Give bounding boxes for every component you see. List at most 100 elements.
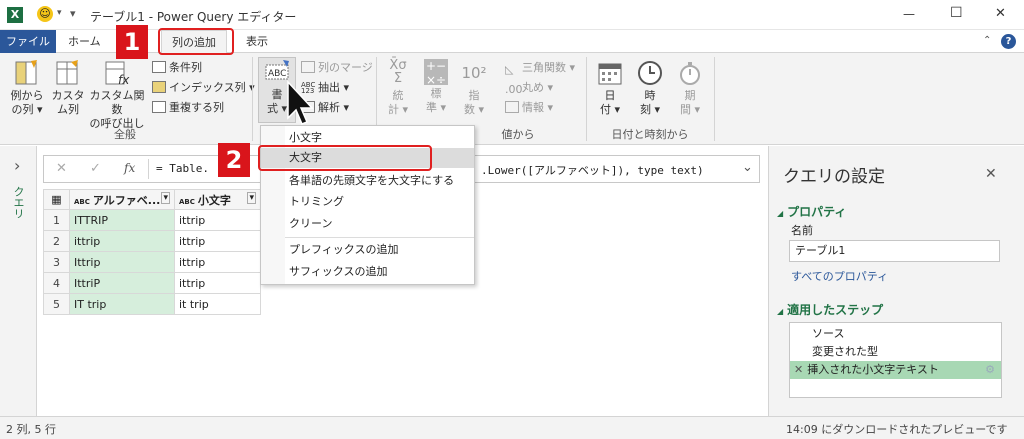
scientific-button[interactable]: 10² 指 数 ▾ <box>458 59 490 117</box>
custom-column-button[interactable]: カスタ ム列 <box>50 59 86 117</box>
row-number[interactable]: 1 <box>43 209 70 231</box>
format-label-2: 式 ▾ <box>266 102 288 115</box>
cell-lowercase[interactable]: ittrip <box>174 251 261 273</box>
duration-button[interactable]: 期 間 ▾ <box>674 59 706 117</box>
ribbon-tabs: ファイル ホーム 列の追加 表示 ⌃ ? <box>0 30 1024 54</box>
invoke-custom-function-button[interactable]: fx カスタム関数 の呼び出し <box>86 59 148 131</box>
step-item[interactable]: 変更された型 <box>790 343 1001 361</box>
standard-button[interactable]: +− ×÷ 標 準 ▾ <box>420 59 452 115</box>
menu-item-trim[interactable]: トリミング <box>261 192 474 212</box>
tab-file[interactable]: ファイル <box>0 30 56 53</box>
cell-lowercase[interactable]: it trip <box>174 293 261 315</box>
tab-home[interactable]: ホーム <box>58 30 111 53</box>
all-properties-link[interactable]: すべてのプロパティ <box>791 268 888 284</box>
step-settings-gear-icon[interactable]: ⚙ <box>985 361 995 379</box>
smiley-icon[interactable]: ☺ <box>37 6 53 22</box>
column-filter-icon[interactable]: ▾ <box>247 191 256 204</box>
information-button[interactable]: 情報 ▾ <box>505 99 553 117</box>
group-label-datetime: 日付と時刻から <box>611 128 689 141</box>
query-settings-title: クエリの設定 <box>783 167 885 187</box>
data-grid: ▦ ABC アルファベ... ▾ ABC 小文字 ▾ 1 ITTRIP ittrip 2 it… <box>43 189 261 315</box>
column-header-lowercase-label: 小文字 <box>197 193 231 207</box>
triangle-icon: ◺ <box>505 63 514 76</box>
table-row: 2 ittrip ittrip <box>43 230 261 252</box>
query-name-input[interactable]: テーブル1 <box>789 240 1000 262</box>
table-header-row: ▦ ABC アルファベ... ▾ ABC 小文字 ▾ <box>43 189 261 210</box>
cancel-formula-icon[interactable]: ✕ <box>56 161 67 176</box>
quick-access-customize-icon[interactable]: ▾ <box>70 7 76 20</box>
confirm-formula-icon[interactable]: ✓ <box>90 161 101 176</box>
standard-label-2: 準 ▾ <box>425 101 447 114</box>
duration-label-1: 期 <box>684 89 696 102</box>
queries-navigation[interactable]: › クエリ <box>0 146 37 416</box>
table-menu-icon[interactable]: ▦ <box>43 189 70 210</box>
row-number[interactable]: 5 <box>43 293 70 315</box>
merge-columns-button[interactable]: 列のマージ <box>301 59 373 77</box>
rounding-button[interactable]: .00丸め ▾ <box>505 79 553 97</box>
index-column-label: インデックス列 ▾ <box>169 81 255 94</box>
maximize-button[interactable]: ☐ <box>950 5 963 21</box>
cell-alphabet[interactable]: ittrip <box>69 230 175 252</box>
applied-steps-heading[interactable]: ◢ 適用したステップ <box>777 301 883 318</box>
formula-text-left: = Table. <box>156 162 209 175</box>
scientific-icon: 10² <box>461 64 487 82</box>
ribbon-separator <box>714 57 715 141</box>
menu-item-clean[interactable]: クリーン <box>261 214 474 234</box>
quick-access-dropdown-icon[interactable]: ▾ <box>57 8 62 18</box>
trigonometry-button[interactable]: ◺ 三角関数 ▾ <box>505 59 575 77</box>
cell-alphabet[interactable]: ITTRIP <box>69 209 175 231</box>
step-badge-2: 2 <box>218 143 250 177</box>
conditional-column-icon <box>152 61 166 73</box>
data-table: ▦ ABC アルファベ... ▾ ABC 小文字 ▾ 1 ITTRIP ittrip 2 it… <box>43 189 261 315</box>
column-from-examples-label-1: 例から <box>10 89 44 102</box>
collapse-ribbon-icon[interactable]: ⌃ <box>983 35 991 46</box>
time-button[interactable]: 時 刻 ▾ <box>634 59 666 117</box>
index-column-button[interactable]: インデックス列 ▾ <box>152 79 255 97</box>
column-filter-icon[interactable]: ▾ <box>161 191 170 204</box>
cell-lowercase[interactable]: ittrip <box>174 272 261 294</box>
text-type-icon: ABC <box>74 197 90 206</box>
invoke-function-icon: fx <box>105 61 130 87</box>
conditional-column-button[interactable]: 条件列 <box>152 59 202 77</box>
cell-alphabet[interactable]: Ittrip <box>69 251 175 273</box>
row-number[interactable]: 3 <box>43 251 70 273</box>
step-item-selected[interactable]: ✕ 挿入された小文字テキスト ⚙ <box>790 361 1001 379</box>
menu-item-add-prefix[interactable]: プレフィックスの追加 <box>261 240 474 260</box>
delete-step-icon[interactable]: ✕ <box>794 363 803 376</box>
column-from-examples-icon <box>15 60 37 85</box>
statistics-icon: X̄σ Σ <box>389 58 407 86</box>
column-header-lowercase[interactable]: ABC 小文字 ▾ <box>174 189 261 210</box>
fx-icon[interactable]: fx <box>124 161 135 175</box>
close-pane-button[interactable]: ✕ <box>985 166 997 182</box>
cell-lowercase[interactable]: ittrip <box>174 209 261 231</box>
date-button[interactable]: 日 付 ▾ <box>594 59 626 117</box>
duplicate-column-button[interactable]: 重複する列 <box>152 99 224 117</box>
title-bar: X ☺ ▾ ▾ テーブル1 - Power Query エディター — ☐ ✕ <box>0 0 1024 30</box>
row-number[interactable]: 4 <box>43 272 70 294</box>
expand-formula-icon[interactable]: ⌄ <box>742 160 753 175</box>
properties-heading[interactable]: ◢ プロパティ <box>777 203 846 220</box>
cell-alphabet[interactable]: IttriP <box>69 272 175 294</box>
collapse-triangle-icon: ◢ <box>777 307 784 316</box>
menu-item-capitalize[interactable]: 各単語の先頭文字を大文字にする <box>261 171 474 191</box>
merge-columns-icon <box>301 61 315 73</box>
duplicate-column-icon <box>152 101 166 113</box>
tab-view[interactable]: 表示 <box>236 30 278 53</box>
extract-label: 抽出 ▾ <box>318 81 350 94</box>
menu-item-add-suffix[interactable]: サフィックスの追加 <box>261 262 474 282</box>
expand-queries-icon[interactable]: › <box>14 156 20 175</box>
cell-alphabet[interactable]: IT trip <box>69 293 175 315</box>
cell-lowercase[interactable]: ittrip <box>174 230 261 252</box>
stopwatch-icon <box>680 62 700 85</box>
step-item[interactable]: ソース <box>790 325 1001 343</box>
close-window-button[interactable]: ✕ <box>995 6 1006 21</box>
column-from-examples-button[interactable]: 例から の列 ▾ <box>6 59 48 117</box>
rounding-label: 丸め ▾ <box>522 81 554 94</box>
time-label-1: 時 <box>644 89 656 102</box>
minimize-button[interactable]: — <box>903 7 915 21</box>
duration-label-2: 間 ▾ <box>679 103 701 116</box>
help-icon[interactable]: ? <box>1001 34 1016 49</box>
row-number[interactable]: 2 <box>43 230 70 252</box>
column-header-alphabet[interactable]: ABC アルファベ... ▾ <box>69 189 175 210</box>
statistics-button[interactable]: X̄σ Σ 統 計 ▾ <box>382 59 414 117</box>
